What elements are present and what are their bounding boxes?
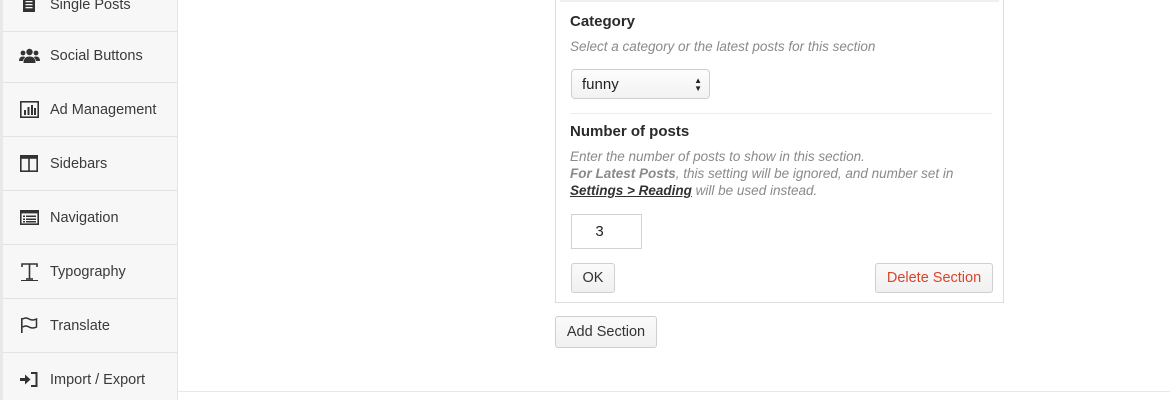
section-panel: Category Select a category or the latest… xyxy=(555,0,1004,303)
sidebar-item-label: Translate xyxy=(50,317,110,334)
content-bottom-divider xyxy=(178,391,1170,392)
sidebar-item-label: Sidebars xyxy=(50,155,108,172)
columns-icon xyxy=(18,154,40,174)
sidebar-item-label: Import / Export xyxy=(50,371,146,388)
sidebar: Single Posts Social Buttons Ad Managemen… xyxy=(0,0,178,400)
category-select-value: funny xyxy=(582,75,619,93)
sidebar-item-translate[interactable]: Translate xyxy=(3,299,177,353)
ok-button[interactable]: OK xyxy=(571,263,615,293)
posts-desc-line1: Enter the number of posts to show in thi… xyxy=(570,149,865,164)
sidebar-item-sidebars[interactable]: Sidebars xyxy=(3,137,177,191)
sidebar-item-label: Ad Management xyxy=(50,101,157,118)
section-panel-body: Category Select a category or the latest… xyxy=(560,0,999,298)
number-of-posts-title: Number of posts xyxy=(570,123,690,140)
delete-section-button[interactable]: Delete Section xyxy=(875,263,993,293)
sidebar-item-ad-management[interactable]: Ad Management xyxy=(3,83,177,137)
sidebar-item-label: Typography xyxy=(50,263,126,280)
ok-button-label: OK xyxy=(582,270,604,286)
posts-desc-line2: , this setting will be ignored, and numb… xyxy=(675,166,954,181)
category-select[interactable]: funny ▲ ▼ xyxy=(571,69,710,99)
document-icon xyxy=(18,0,40,15)
field-divider xyxy=(570,113,992,114)
number-of-posts-value: 3 xyxy=(595,223,604,240)
sidebar-item-import-export[interactable]: Import / Export xyxy=(3,353,177,400)
number-of-posts-description: Enter the number of posts to show in thi… xyxy=(570,148,990,199)
sidebar-item-navigation[interactable]: Navigation xyxy=(3,191,177,245)
sign-in-icon xyxy=(18,370,40,390)
updown-arrows-icon: ▲ ▼ xyxy=(694,76,702,93)
category-description: Select a category or the latest posts fo… xyxy=(570,39,876,54)
bar-chart-icon xyxy=(18,100,40,120)
settings-reading-link[interactable]: Settings > Reading xyxy=(570,183,692,198)
users-icon xyxy=(18,46,40,66)
sidebar-item-label: Single Posts xyxy=(50,0,131,13)
latest-posts-label: For Latest Posts xyxy=(570,166,676,181)
sidebar-item-single-posts[interactable]: Single Posts xyxy=(3,0,177,32)
add-section-button[interactable]: Add Section xyxy=(555,316,657,348)
number-of-posts-input[interactable]: 3 xyxy=(571,214,642,249)
sidebar-item-social-buttons[interactable]: Social Buttons xyxy=(3,29,177,83)
sidebar-item-typography[interactable]: Typography xyxy=(3,245,177,299)
sidebar-item-label: Navigation xyxy=(50,209,119,226)
text-icon xyxy=(18,262,40,282)
add-section-label: Add Section xyxy=(566,324,646,340)
flag-icon xyxy=(18,316,40,336)
posts-desc-line3: will be used instead. xyxy=(691,183,818,198)
list-icon xyxy=(18,208,40,228)
sidebar-item-label: Social Buttons xyxy=(50,47,143,64)
delete-section-label: Delete Section xyxy=(886,270,982,286)
category-title: Category xyxy=(570,13,636,30)
